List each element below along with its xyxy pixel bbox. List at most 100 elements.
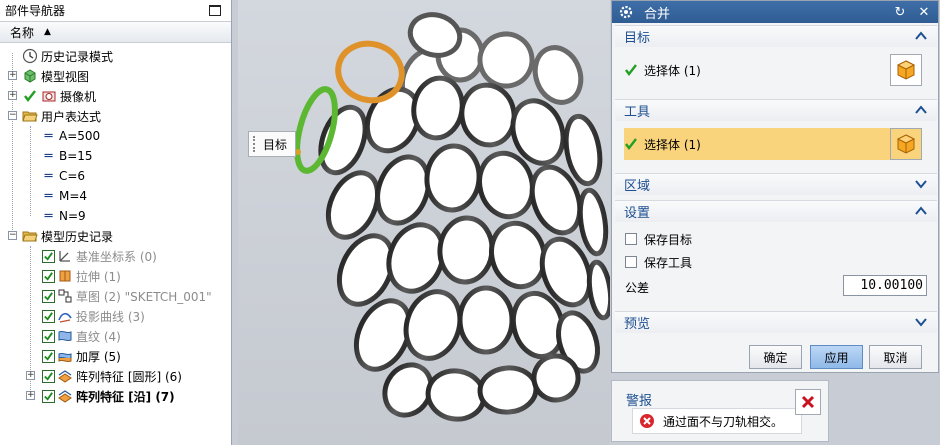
model-views-icon	[22, 68, 38, 84]
sketch-icon	[57, 288, 73, 304]
part-navigator: 部件导航器 名称 ▲ + + − − + + 历史记录模式 模型视图 摄像机 用…	[0, 0, 232, 445]
navigator-title: 部件导航器	[5, 4, 66, 18]
close-icon	[801, 395, 815, 409]
select-body-button[interactable]	[890, 128, 922, 160]
cube-icon	[896, 60, 916, 80]
ruled-surface-icon	[57, 328, 73, 344]
tolerance-label: 公差	[625, 281, 650, 295]
collapse-toggle[interactable]: −	[8, 231, 17, 240]
cube-icon	[896, 134, 916, 154]
dialog-title-bar[interactable]: 合并 ↻ ✕	[612, 1, 938, 23]
checkbox-checked[interactable]	[42, 289, 55, 303]
expand-toggle[interactable]: +	[26, 371, 35, 380]
checkbox-checked[interactable]	[42, 329, 55, 343]
column-name: 名称	[10, 25, 35, 40]
lattice-cylinder-model[interactable]	[238, 0, 610, 445]
sort-ascending-icon: ▲	[44, 27, 51, 37]
chevron-up-icon	[915, 206, 927, 215]
checkbox-unchecked[interactable]	[625, 233, 637, 245]
check-icon	[625, 138, 637, 150]
folder-open-icon	[22, 228, 38, 244]
target-select-body[interactable]: 选择体 (1)	[624, 55, 701, 85]
check-icon	[22, 88, 38, 104]
section-tool-header[interactable]: 工具	[615, 99, 937, 121]
tree-item-pattern-circular[interactable]: 阵列特征 [圆形] (6)	[42, 366, 182, 386]
checkbox-checked[interactable]	[42, 369, 55, 383]
tree-line	[30, 126, 31, 216]
expand-toggle[interactable]: +	[26, 391, 35, 400]
tree-item-model-views[interactable]: 模型视图	[22, 66, 89, 86]
navigator-column-header[interactable]: 名称 ▲	[0, 22, 231, 43]
chevron-up-icon	[915, 31, 927, 40]
expand-toggle[interactable]: +	[8, 91, 17, 100]
graphics-viewport[interactable]	[238, 0, 610, 445]
expression-icon: ═	[44, 168, 53, 184]
drag-handle[interactable]	[253, 136, 257, 152]
collapse-toggle[interactable]: −	[8, 111, 17, 120]
tree-item-history-mode[interactable]: 历史记录模式	[22, 46, 113, 66]
folder-open-icon	[22, 108, 38, 124]
tree-item-sketch[interactable]: 草图 (2) "SKETCH_001"	[42, 286, 212, 306]
error-icon	[640, 414, 654, 428]
apply-button[interactable]: 应用	[810, 345, 863, 369]
tree-item-expression[interactable]: ═ C=6	[40, 166, 86, 186]
checkbox-checked[interactable]	[42, 249, 55, 263]
tree-item-thicken[interactable]: 加厚 (5)	[42, 346, 121, 366]
alert-message-box: 通过面不与刀轨相交。	[632, 408, 802, 434]
expression-icon: ═	[44, 208, 53, 224]
tree-item-expression[interactable]: ═ A=500	[40, 126, 101, 146]
tree-item-pattern-along[interactable]: 阵列特征 [沿] (7)	[42, 386, 175, 406]
expression-icon: ═	[44, 128, 53, 144]
camera-icon	[41, 88, 57, 104]
tree-item-datum-csys[interactable]: 基准坐标系 (0)	[42, 246, 157, 266]
checkbox-checked[interactable]	[42, 389, 55, 403]
tree-item-extrude[interactable]: 拉伸 (1)	[42, 266, 121, 286]
tool-select-body[interactable]: 选择体 (1)	[624, 129, 701, 159]
tree-item-expression[interactable]: ═ B=15	[40, 146, 93, 166]
keep-tool-checkbox[interactable]: 保存工具	[625, 253, 692, 271]
alert-message: 通过面不与刀轨相交。	[663, 414, 784, 429]
expression-icon: ═	[44, 188, 53, 204]
unite-dialog: 合并 ↻ ✕ 目标 选择体 (1) 工具 选择体 (1) 区域 设置 保存目标	[611, 0, 939, 373]
section-settings-header[interactable]: 设置	[615, 200, 937, 222]
expand-toggle[interactable]: +	[8, 71, 17, 80]
chevron-up-icon	[915, 105, 927, 114]
reset-icon[interactable]: ↻	[892, 4, 908, 20]
datum-csys-icon	[57, 248, 73, 264]
keep-target-checkbox[interactable]: 保存目标	[625, 230, 692, 248]
gear-icon[interactable]	[618, 4, 634, 20]
navigator-title-bar: 部件导航器	[0, 0, 231, 22]
alert-close-button[interactable]	[795, 389, 821, 415]
thicken-icon	[57, 348, 73, 364]
alert-title: 警报	[626, 394, 653, 409]
section-region-header[interactable]: 区域	[615, 173, 937, 195]
section-preview-header[interactable]: 预览	[615, 311, 937, 333]
select-body-button[interactable]	[890, 54, 922, 86]
tree-item-projected-curve[interactable]: 投影曲线 (3)	[42, 306, 145, 326]
checkbox-checked[interactable]	[42, 349, 55, 363]
expression-icon: ═	[44, 148, 53, 164]
clock-icon	[22, 48, 38, 64]
projected-curve-icon	[57, 308, 73, 324]
chevron-down-icon	[915, 318, 927, 327]
ok-button[interactable]: 确定	[749, 345, 802, 369]
pattern-feature-icon	[57, 368, 73, 384]
tree-item-user-expressions[interactable]: 用户表达式	[22, 106, 101, 126]
check-icon	[625, 64, 637, 76]
maximize-icon[interactable]	[209, 5, 221, 16]
tree-item-expression[interactable]: ═ M=4	[40, 186, 87, 206]
tree-item-model-history[interactable]: 模型历史记录	[22, 226, 113, 246]
tree-item-ruled-surface[interactable]: 直纹 (4)	[42, 326, 121, 346]
section-target-header[interactable]: 目标	[615, 25, 937, 47]
pattern-feature-icon	[57, 388, 73, 404]
checkbox-checked[interactable]	[42, 309, 55, 323]
tolerance-input[interactable]: 10.00100	[843, 275, 927, 296]
tree-item-expression[interactable]: ═ N=9	[40, 206, 86, 226]
cancel-button[interactable]: 取消	[869, 345, 922, 369]
chevron-down-icon	[915, 180, 927, 189]
extrude-icon	[57, 268, 73, 284]
close-icon[interactable]: ✕	[916, 4, 932, 20]
checkbox-checked[interactable]	[42, 269, 55, 283]
checkbox-unchecked[interactable]	[625, 256, 637, 268]
tree-item-camera[interactable]: 摄像机	[22, 86, 96, 106]
